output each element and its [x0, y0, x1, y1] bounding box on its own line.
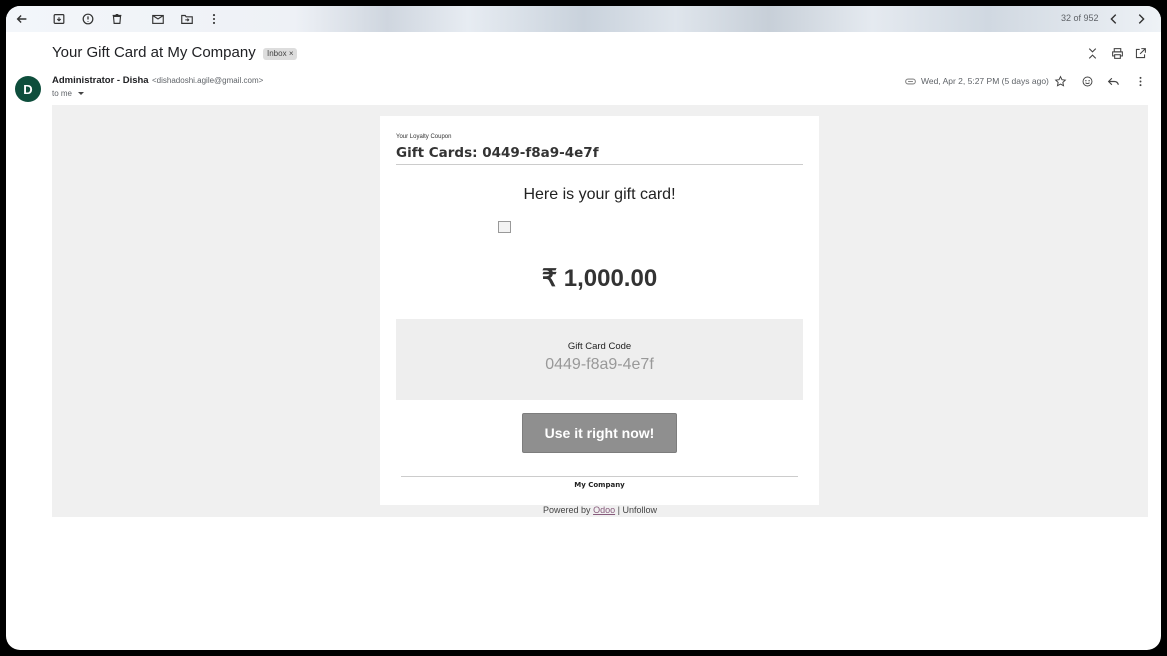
- gift-card-email-card: Your Loyalty Coupon Gift Cards: 0449-f8a…: [380, 116, 819, 505]
- open-new-window-icon[interactable]: [1131, 44, 1149, 62]
- report-spam-icon[interactable]: [78, 9, 98, 29]
- mark-unread-icon[interactable]: [148, 9, 168, 29]
- odoo-link[interactable]: Odoo: [593, 505, 615, 515]
- back-arrow-icon[interactable]: [12, 9, 32, 29]
- gift-card-title: Gift Cards: 0449-f8a9-4e7f: [396, 145, 599, 161]
- more-vertical-icon[interactable]: [204, 9, 224, 29]
- emoji-reaction-icon[interactable]: [1078, 72, 1096, 90]
- unfollow-link[interactable]: Unfollow: [622, 505, 657, 515]
- title-divider: [396, 164, 803, 165]
- remove-label-icon[interactable]: ×: [289, 49, 294, 58]
- footer-separator: |: [617, 505, 620, 515]
- recipient-details-toggle[interactable]: to me: [52, 89, 85, 98]
- recipient-text: to me: [52, 89, 73, 98]
- gift-card-code-value: 0449-f8a9-4e7f: [545, 356, 654, 373]
- inbox-label-text: Inbox: [267, 49, 287, 58]
- print-icon[interactable]: [1108, 44, 1126, 62]
- sender-name: Administrator - Disha: [52, 75, 149, 86]
- footer-divider: [401, 476, 798, 477]
- greeting-text: Here is your gift card!: [523, 186, 676, 203]
- use-it-now-button[interactable]: Use it right now!: [522, 413, 677, 453]
- company-name: My Company: [574, 481, 625, 489]
- mail-toolbar: 32 of 952: [6, 6, 1161, 32]
- gift-card-code-box: Gift Card Code 0449-f8a9-4e7f: [396, 319, 803, 400]
- chevron-left-icon[interactable]: [1104, 9, 1124, 29]
- gmail-window: 32 of 952 Your Gift Card at My Company I…: [6, 6, 1161, 650]
- email-subject: Your Gift Card at My Company: [52, 44, 256, 61]
- gift-card-code-label: Gift Card Code: [567, 341, 632, 352]
- sender-avatar[interactable]: D: [15, 76, 41, 102]
- archive-icon[interactable]: [49, 9, 69, 29]
- star-icon[interactable]: [1051, 72, 1069, 90]
- delete-icon[interactable]: [107, 9, 127, 29]
- powered-by-text: Powered by: [543, 505, 591, 515]
- inbox-label-badge[interactable]: Inbox ×: [263, 48, 298, 60]
- collapse-icon[interactable]: [1083, 44, 1101, 62]
- coupon-heading: Your Loyalty Coupon: [396, 134, 452, 140]
- pagination-count: 32 of 952: [1061, 13, 1099, 23]
- chevron-right-icon[interactable]: [1131, 9, 1151, 29]
- reply-icon[interactable]: [1104, 72, 1122, 90]
- move-to-icon[interactable]: [177, 9, 197, 29]
- sender-email: <dishadoshi.agile@gmail.com>: [152, 76, 264, 85]
- gift-card-amount: ₹ 1,000.00: [541, 265, 658, 292]
- powered-by-footer: Powered by Odoo | Unfollow: [6, 505, 1161, 515]
- caret-down-icon: [78, 92, 85, 96]
- more-options-icon[interactable]: [1131, 72, 1149, 90]
- broken-image-icon: [498, 221, 511, 233]
- email-date: Wed, Apr 2, 5:27 PM (5 days ago): [921, 76, 1049, 86]
- label-tag-icon: [901, 72, 919, 90]
